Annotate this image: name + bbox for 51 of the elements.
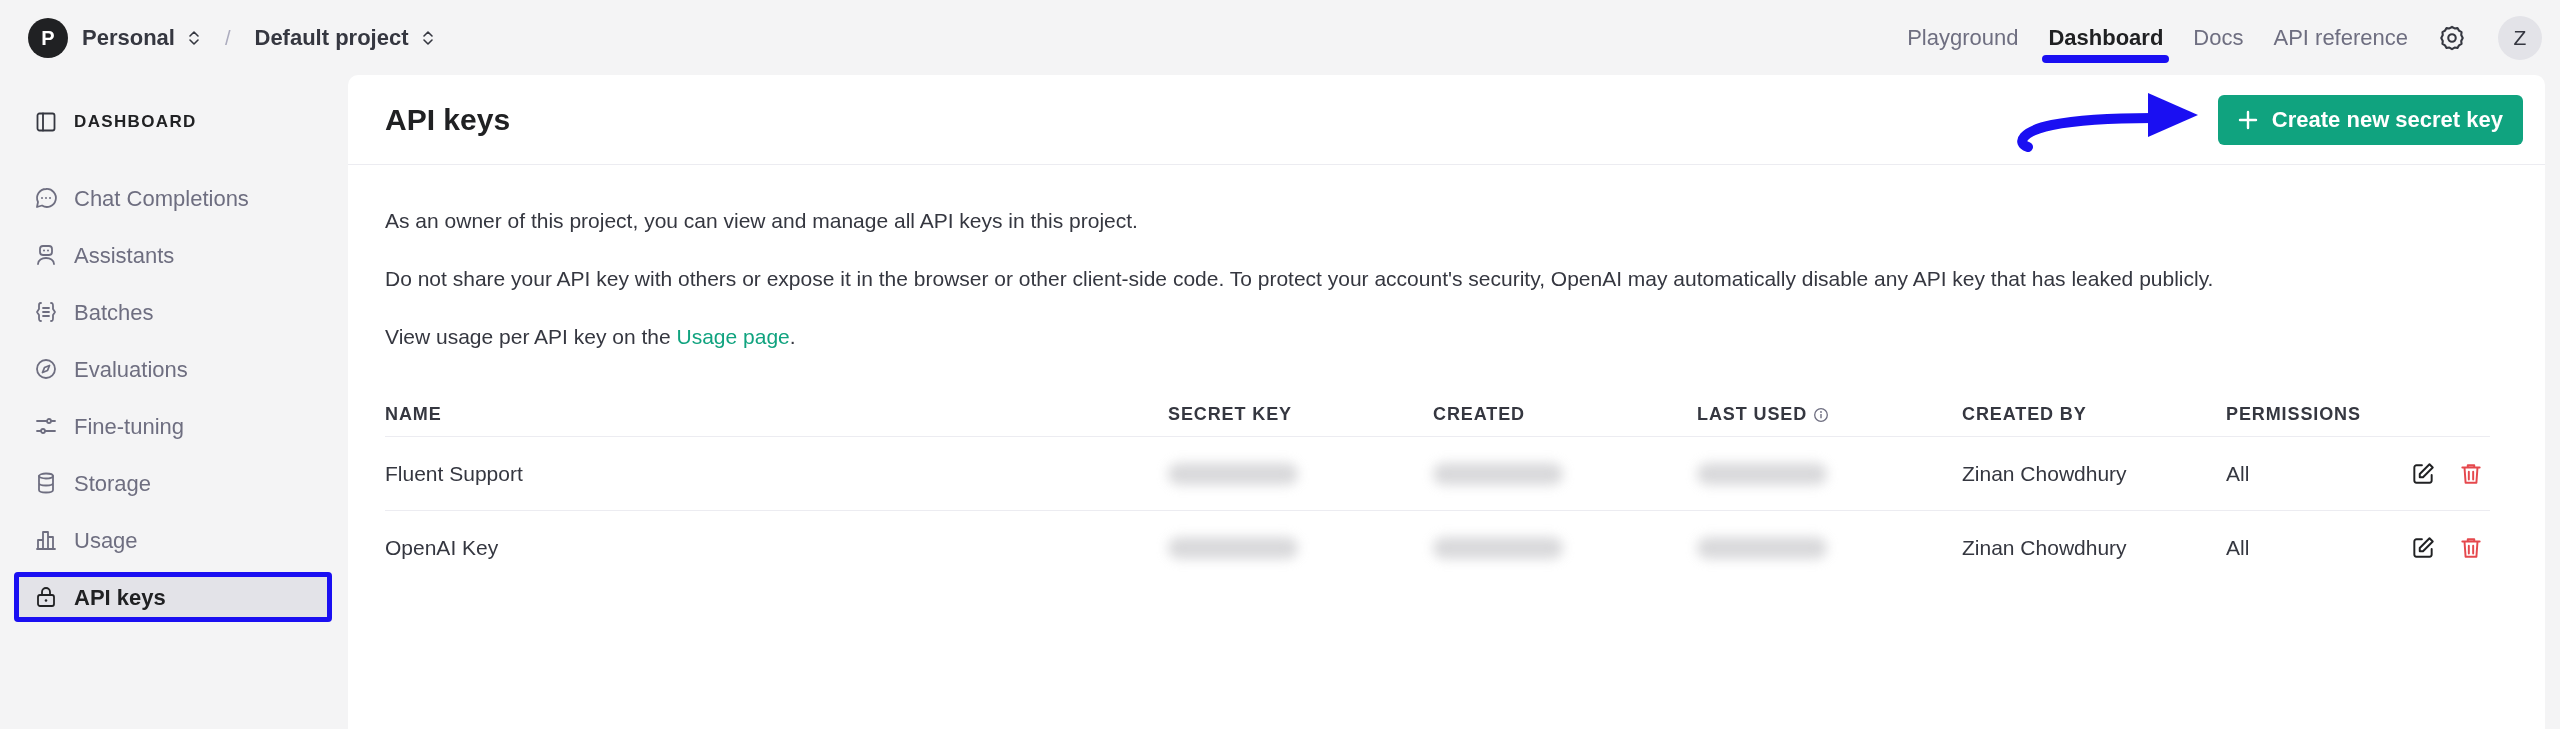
sidebar-panel-icon[interactable] <box>34 110 58 134</box>
key-name: Fluent Support <box>385 460 524 487</box>
bar-chart-icon <box>34 528 58 552</box>
nav-link[interactable]: Docs <box>2193 25 2244 50</box>
user-avatar[interactable]: Z <box>2498 15 2542 60</box>
key-name: OpenAI Key <box>385 535 500 562</box>
project-switcher[interactable]: Default project <box>254 21 435 54</box>
sidebar-item[interactable]: Chat Completions <box>14 173 332 223</box>
usage-note: View usage per API key on the Usage page. <box>385 324 797 349</box>
chevron-updown-icon <box>186 28 201 47</box>
info-paragraph: As an owner of this project, you can view and manage all API keys in this project. <box>385 208 1139 233</box>
sidebar-item[interactable]: Assistants <box>14 230 332 280</box>
info-paragraph: Do not share your API key with others or expose it in the browser or other client-side code. To protect your account's security, OpenAI may automatically disable any API key that has leaked publicly. <box>385 266 2215 291</box>
permissions-value: All <box>2226 460 2251 487</box>
column-header: PERMISSIONS <box>2226 403 2361 426</box>
lock-icon <box>34 585 58 609</box>
delete-icon[interactable] <box>2458 535 2484 561</box>
chevron-updown-icon <box>420 28 435 47</box>
sidebar-item[interactable]: API keys <box>14 572 332 622</box>
settings-icon[interactable] <box>2438 23 2466 52</box>
org-switcher[interactable]: Personal <box>82 21 201 54</box>
braces-icon <box>34 300 58 324</box>
sidebar-item[interactable]: Usage <box>14 515 332 565</box>
robot-icon <box>34 243 58 267</box>
column-header: LAST USED <box>1697 403 1808 426</box>
compass-icon <box>34 357 58 381</box>
create-key-button[interactable]: Create new secret key <box>2217 94 2523 145</box>
column-header: CREATED <box>1433 403 1525 426</box>
plus-icon <box>2237 109 2258 130</box>
sidebar-heading: DASHBOARD <box>74 111 197 134</box>
sidebar-item[interactable]: Evaluations <box>14 344 332 394</box>
creator-name: Zinan Chowdhury <box>1962 460 2128 487</box>
edit-icon[interactable] <box>2410 535 2436 561</box>
edit-icon[interactable] <box>2410 460 2436 487</box>
chat-bubble-icon <box>34 186 58 210</box>
info-icon[interactable] <box>1813 406 1830 423</box>
usage-page-link[interactable]: Usage page <box>676 325 790 348</box>
nav-link[interactable]: API reference <box>2273 25 2408 50</box>
sidebar-item[interactable]: Fine-tuning <box>14 401 332 451</box>
org-avatar[interactable]: P <box>28 17 68 58</box>
column-header: NAME <box>385 403 442 426</box>
sidebar-item[interactable]: Batches <box>14 287 332 337</box>
creator-name: Zinan Chowdhury <box>1962 535 2128 562</box>
sidebar-item[interactable]: Storage <box>14 458 332 508</box>
column-header: SECRET KEY <box>1168 403 1293 426</box>
nav-link[interactable]: Dashboard <box>2048 25 2164 50</box>
breadcrumb-separator: / <box>224 25 231 51</box>
column-header: CREATED BY <box>1962 403 2087 426</box>
permissions-value: All <box>2226 535 2251 562</box>
page-title: API keys <box>385 102 511 138</box>
nav-link[interactable]: Playground <box>1907 25 2019 50</box>
